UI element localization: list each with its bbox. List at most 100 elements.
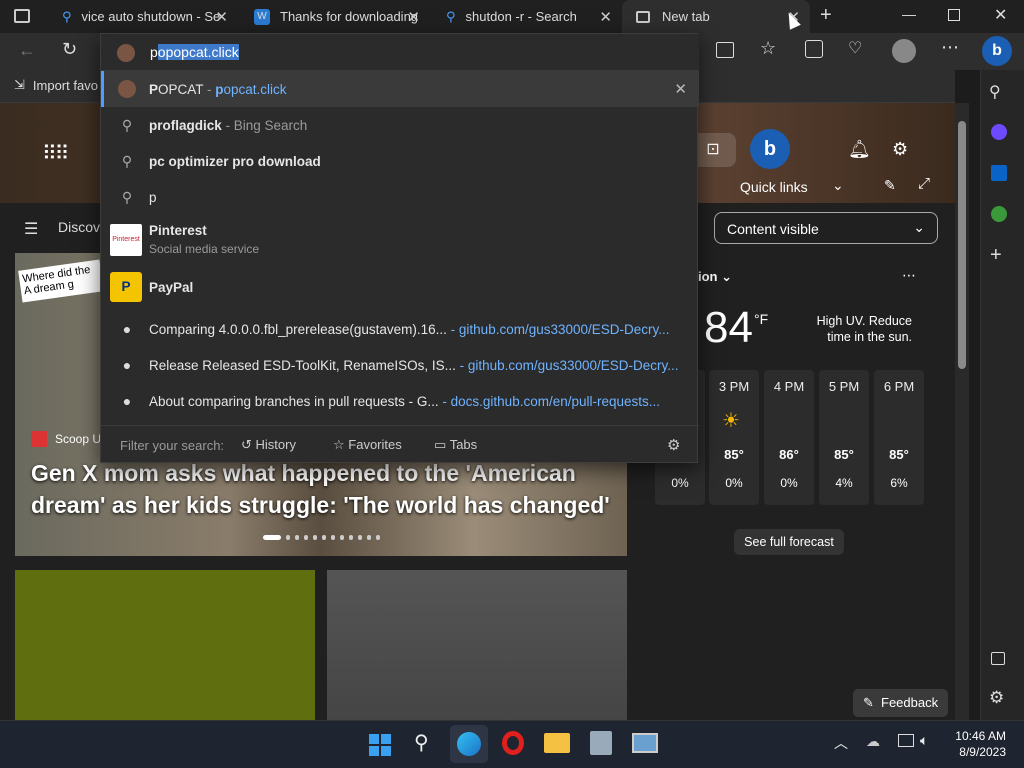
tab-4[interactable]: New tab ✕ — [622, 0, 810, 33]
bing-copilot-icon[interactable]: b — [982, 36, 1012, 66]
search-icon: ⚲ — [446, 8, 456, 24]
feedback-button[interactable]: ✎ Feedback — [853, 689, 948, 717]
suggestion-title: PayPal — [149, 279, 194, 295]
quick-links-button[interactable]: Quick links — [740, 179, 808, 195]
search-icon[interactable]: ⚲ — [414, 730, 429, 755]
chevron-down-icon[interactable]: ⌄ — [832, 177, 844, 194]
expand-icon[interactable]: ⤢ — [918, 175, 930, 192]
hour-forecast: 3 PM ☀ 85° 0% — [709, 370, 759, 505]
precip: 6% — [890, 476, 908, 490]
suggestion-item[interactable]: ● About comparing branches in pull reque… — [101, 383, 699, 419]
restore-button[interactable] — [948, 9, 960, 21]
suggestion-item[interactable]: POPCAT - popcat.click ✕ — [101, 71, 699, 107]
health-icon[interactable]: ♡ — [848, 38, 862, 58]
address-bar[interactable]: popopcat.click — [101, 34, 699, 71]
apps-grid-icon[interactable]: ⠿⠿ — [42, 141, 69, 166]
suggestion-item[interactable]: ⚲ pc optimizer pro download — [101, 143, 699, 179]
collections-icon[interactable] — [805, 40, 823, 58]
hamburger-menu-icon[interactable]: ☰ — [24, 219, 38, 239]
tab-2[interactable]: W Thanks for downloading ✕ — [240, 0, 430, 33]
temperature-unit: °F — [754, 311, 769, 327]
content-visibility-select[interactable]: Content visible ⌄ — [714, 212, 938, 244]
filter-label: Filter your search: — [120, 438, 225, 453]
suggestion-item[interactable]: ⚲ proflagdick - Bing Search — [101, 107, 699, 143]
close-window-button[interactable]: ✕ — [994, 5, 1007, 25]
refresh-button[interactable]: ↻ — [62, 39, 77, 60]
edit-icon[interactable]: ✎ — [884, 177, 896, 194]
more-menu-icon[interactable]: ⋯ — [941, 37, 959, 58]
suggestion-subtitle: Social media service — [149, 242, 260, 256]
taskbar: ⚲ ︿ ☁ 🔈︎ 10:46 AM 8/9/2023 — [0, 720, 1024, 768]
search-icon: ⚲ — [121, 188, 133, 205]
bing-icon[interactable]: b — [750, 129, 790, 169]
search-icon[interactable]: ⚲ — [989, 82, 1001, 102]
minimize-button[interactable]: — — [902, 6, 916, 22]
carousel-dots[interactable] — [263, 535, 380, 540]
edge-taskbar-icon[interactable] — [450, 725, 488, 763]
close-icon[interactable]: ✕ — [407, 8, 420, 26]
gear-icon[interactable]: ⚙ — [892, 139, 908, 160]
add-icon[interactable]: + — [990, 244, 1002, 267]
precip: 4% — [835, 476, 853, 490]
close-icon[interactable]: ✕ — [215, 8, 228, 26]
suggestion-item[interactable]: P PayPal — [101, 268, 699, 306]
tab-3[interactable]: ⚲ shutdon -r - Search ✕ — [432, 0, 622, 33]
filter-history-button[interactable]: ↺ History — [241, 437, 296, 453]
chevron-up-icon[interactable]: ︿ — [834, 733, 848, 753]
cloud-icon[interactable]: ☁ — [866, 733, 880, 750]
suggestion-title: Pinterest — [149, 223, 207, 238]
suggestion-item[interactable]: ⚲ p — [101, 179, 699, 215]
start-button[interactable] — [369, 734, 391, 756]
headline[interactable]: Gen X mom asks what happened to the 'Ame… — [31, 457, 621, 521]
opera-icon[interactable] — [502, 731, 524, 755]
tab-1[interactable]: ⚲ vice auto shutdown - Se ✕ — [48, 0, 238, 33]
news-card[interactable] — [327, 570, 627, 720]
hour-label: 3 PM — [718, 379, 750, 394]
temperature: 84 — [704, 303, 753, 352]
import-favorites-button[interactable]: ⇲ Import favo — [14, 77, 98, 93]
copilot-icon[interactable] — [991, 124, 1007, 140]
suggestion-item[interactable]: ● Comparing 4.0.0.0.fbl_prerelease(gusta… — [101, 311, 699, 347]
gear-icon[interactable]: ⚙ — [667, 436, 680, 454]
scrollbar[interactable] — [955, 103, 969, 720]
scrollbar-thumb[interactable] — [958, 121, 966, 369]
github-icon: ● — [122, 357, 132, 373]
source-name: Scoop U — [55, 432, 102, 446]
split-screen-icon[interactable] — [716, 42, 734, 58]
clock[interactable]: 10:46 AM 8/9/2023 — [950, 728, 1006, 760]
filter-favorites-button[interactable]: ☆ Favorites — [333, 437, 402, 453]
new-tab-button[interactable]: + — [820, 4, 832, 27]
close-icon[interactable]: ✕ — [599, 8, 612, 26]
hide-sidebar-icon[interactable] — [991, 652, 1005, 665]
games-icon[interactable] — [991, 206, 1007, 222]
avatar[interactable] — [892, 39, 916, 63]
see-full-forecast-button[interactable]: See full forecast — [734, 529, 844, 555]
suggestion-item[interactable]: Pinterest Pinterest Social media service — [101, 218, 699, 262]
clock-date: 8/9/2023 — [959, 745, 1006, 759]
hour-forecast: 5 PM 85° 4% — [819, 370, 869, 505]
address-input[interactable]: popopcat.click — [150, 44, 239, 60]
file-explorer-icon[interactable] — [544, 733, 570, 753]
suggestion-item[interactable]: ● Release Released ESD-ToolKit, RenameIS… — [101, 347, 699, 383]
import-label: Import favo — [32, 77, 98, 93]
monitor-icon[interactable] — [632, 733, 658, 753]
hour-label: 5 PM — [828, 379, 860, 394]
bell-icon[interactable]: 🔔︎ — [848, 139, 871, 160]
more-options-icon[interactable]: ⋯ — [902, 267, 916, 284]
word-icon: W — [254, 8, 270, 25]
outlook-icon[interactable] — [991, 165, 1007, 181]
tool-icon[interactable] — [590, 731, 612, 755]
network-icon[interactable] — [898, 734, 914, 747]
news-card[interactable] — [15, 570, 315, 720]
tab-label: vice auto shutdown - Se — [81, 9, 221, 24]
back-button[interactable]: ← — [18, 40, 36, 61]
gear-icon[interactable]: ⚙ — [989, 688, 1004, 708]
tab-actions-icon[interactable] — [14, 9, 30, 23]
weather-location[interactable]: ion ⌄ — [698, 269, 732, 285]
volume-icon[interactable]: 🔈︎ — [920, 732, 928, 749]
typed-text: p — [150, 44, 158, 60]
remove-suggestion-icon[interactable]: ✕ — [674, 80, 687, 98]
filter-tabs-button[interactable]: ▭ Tabs — [434, 437, 477, 453]
favorites-star-icon[interactable]: ☆ — [760, 38, 776, 59]
discover-tab[interactable]: Discov — [58, 219, 100, 235]
